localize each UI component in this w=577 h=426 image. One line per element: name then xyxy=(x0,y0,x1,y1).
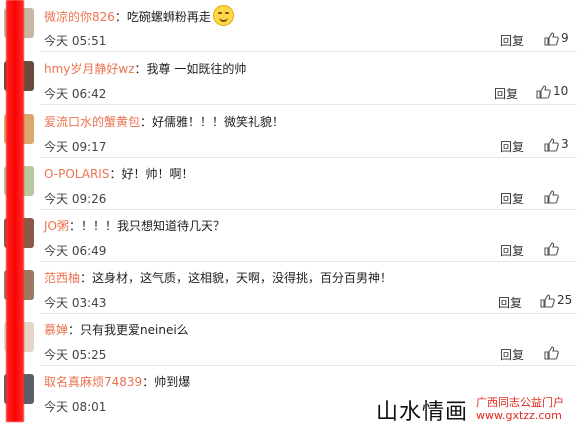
reply-button[interactable]: 回复 xyxy=(500,346,524,363)
comment-line: 微凉的你826：吃碗螺蛳粉再走 xyxy=(44,5,234,28)
comment-line: 范西柚：这身材，这气质，这相貌，天啊，没得挑，百分百男神！ xyxy=(44,269,392,286)
smile-emoji-icon xyxy=(212,5,234,26)
reply-button[interactable]: 回复 xyxy=(500,242,524,259)
colon-separator: ： xyxy=(142,375,155,389)
colon-separator: ： xyxy=(109,167,122,181)
like-count: 10 xyxy=(553,84,569,98)
comment-line: O-POLARIS：好！帅！啊！ xyxy=(44,165,194,182)
like-count: 25 xyxy=(557,293,573,307)
reply-button[interactable]: 回复 xyxy=(500,32,524,49)
like-button[interactable]: 9 xyxy=(544,31,569,47)
timestamp: 今天 06:49 xyxy=(44,244,107,258)
reply-button[interactable]: 回复 xyxy=(494,85,518,102)
like-button[interactable] xyxy=(544,345,561,361)
comment-text: ！！！我只想知道待几天？ xyxy=(81,219,226,233)
comment-text: 只有我更爱neinei么 xyxy=(80,323,189,337)
comment-text: 这身材，这气质，这相貌，天啊，没得挑，百分百男神！ xyxy=(92,271,393,285)
thumbs-up-icon xyxy=(544,137,559,152)
username-link[interactable]: 慕婵 xyxy=(44,323,68,337)
colon-separator: ： xyxy=(68,323,81,337)
comment-text: 好！帅！啊！ xyxy=(121,167,194,181)
colon-separator: ： xyxy=(140,115,153,129)
timestamp: 今天 08:01 xyxy=(44,400,107,414)
comment-item: hmy岁月静好wz：我尊 一如既往的帅 今天 06:42 回复 10 xyxy=(0,53,577,105)
comment-item: 范西柚：这身材，这气质，这相貌，天啊，没得挑，百分百男神！ 今天 03:43 回复 2… xyxy=(0,262,577,314)
comment-item: 微凉的你826：吃碗螺蛳粉再走今天 05:51 回复 9 xyxy=(0,0,577,52)
timestamp: 今天 09:26 xyxy=(44,192,107,206)
thumbs-up-icon xyxy=(544,345,559,360)
comment-item: O-POLARIS：好！帅！啊！ 今天 09:26 回复 xyxy=(0,158,577,210)
timestamp: 今天 05:25 xyxy=(44,348,107,362)
username-link[interactable]: hmy岁月静好wz xyxy=(44,62,135,76)
like-count: 3 xyxy=(561,137,569,151)
timestamp: 今天 09:17 xyxy=(44,140,107,154)
comment-text: 好儒雅！！！微笑礼貌！ xyxy=(152,115,285,129)
like-button[interactable]: 3 xyxy=(544,137,569,153)
timestamp: 今天 03:43 xyxy=(44,296,107,310)
red-censor-bar xyxy=(6,0,24,422)
watermark-url: www.gxtzz.com xyxy=(476,409,562,422)
comment-item: 慕婵：只有我更爱neinei么 今天 05:25 回复 xyxy=(0,314,577,366)
thumbs-up-icon xyxy=(536,84,551,99)
username-link[interactable]: 微凉的你826 xyxy=(44,10,115,24)
comment-text: 我尊 一如既往的帅 xyxy=(146,62,247,76)
colon-separator: ： xyxy=(80,271,93,285)
comment-line: 爱流口水的蟹黄包：好儒雅！！！微笑礼貌！ xyxy=(44,113,284,130)
reply-button[interactable]: 回复 xyxy=(500,190,524,207)
like-button[interactable]: 10 xyxy=(536,84,568,100)
colon-separator: ： xyxy=(69,219,82,233)
username-link[interactable]: O-POLARIS xyxy=(44,167,109,181)
thumbs-up-icon xyxy=(540,293,555,308)
username-link[interactable]: 取名真麻烦74839 xyxy=(44,375,142,389)
like-button[interactable]: 25 xyxy=(540,293,572,309)
username-link[interactable]: JO粥 xyxy=(44,219,69,233)
thumbs-up-icon xyxy=(544,241,559,256)
like-count: 9 xyxy=(561,31,569,45)
comment-text: 帅到爆 xyxy=(154,375,191,389)
divider xyxy=(40,51,577,52)
username-link[interactable]: 爱流口水的蟹黄包 xyxy=(44,115,140,129)
username-link[interactable]: 范西柚 xyxy=(44,271,80,285)
like-button[interactable] xyxy=(544,241,561,257)
divider xyxy=(40,104,577,105)
comment-line: 取名真麻烦74839：帅到爆 xyxy=(44,373,190,390)
colon-separator: ： xyxy=(114,10,127,24)
colon-separator: ： xyxy=(134,62,147,76)
reply-button[interactable]: 回复 xyxy=(500,138,524,155)
comment-line: hmy岁月静好wz：我尊 一如既往的帅 xyxy=(44,60,246,77)
timestamp: 今天 06:42 xyxy=(44,87,107,101)
reply-button[interactable]: 回复 xyxy=(498,294,522,311)
watermark-text-block: 广西同志公益门户 www.gxtzz.com xyxy=(476,394,576,422)
watermark-title: 山水情画 xyxy=(376,400,469,425)
thumbs-up-icon xyxy=(544,31,559,46)
thumbs-up-icon xyxy=(544,189,559,204)
comment-line: 慕婵：只有我更爱neinei么 xyxy=(44,321,189,338)
like-button[interactable] xyxy=(544,189,561,205)
comment-text: 吃碗螺蛳粉再走 xyxy=(126,10,211,24)
comment-item: 爱流口水的蟹黄包：好儒雅！！！微笑礼貌！ 今天 09:17 回复 3 xyxy=(0,106,577,158)
watermark-subtitle: 广西同志公益门户 xyxy=(476,396,564,409)
comment-feed: 微凉的你826：吃碗螺蛳粉再走 今天 05:51 回复 9 hmy岁月静好wz：我尊 一… xyxy=(0,0,577,422)
comment-line: JO粥：！！！我只想知道待几天？ xyxy=(44,217,225,234)
timestamp: 今天 05:51 xyxy=(44,34,107,48)
comment-item: JO粥：！！！我只想知道待几天？ 今天 06:49 回复 xyxy=(0,210,577,262)
